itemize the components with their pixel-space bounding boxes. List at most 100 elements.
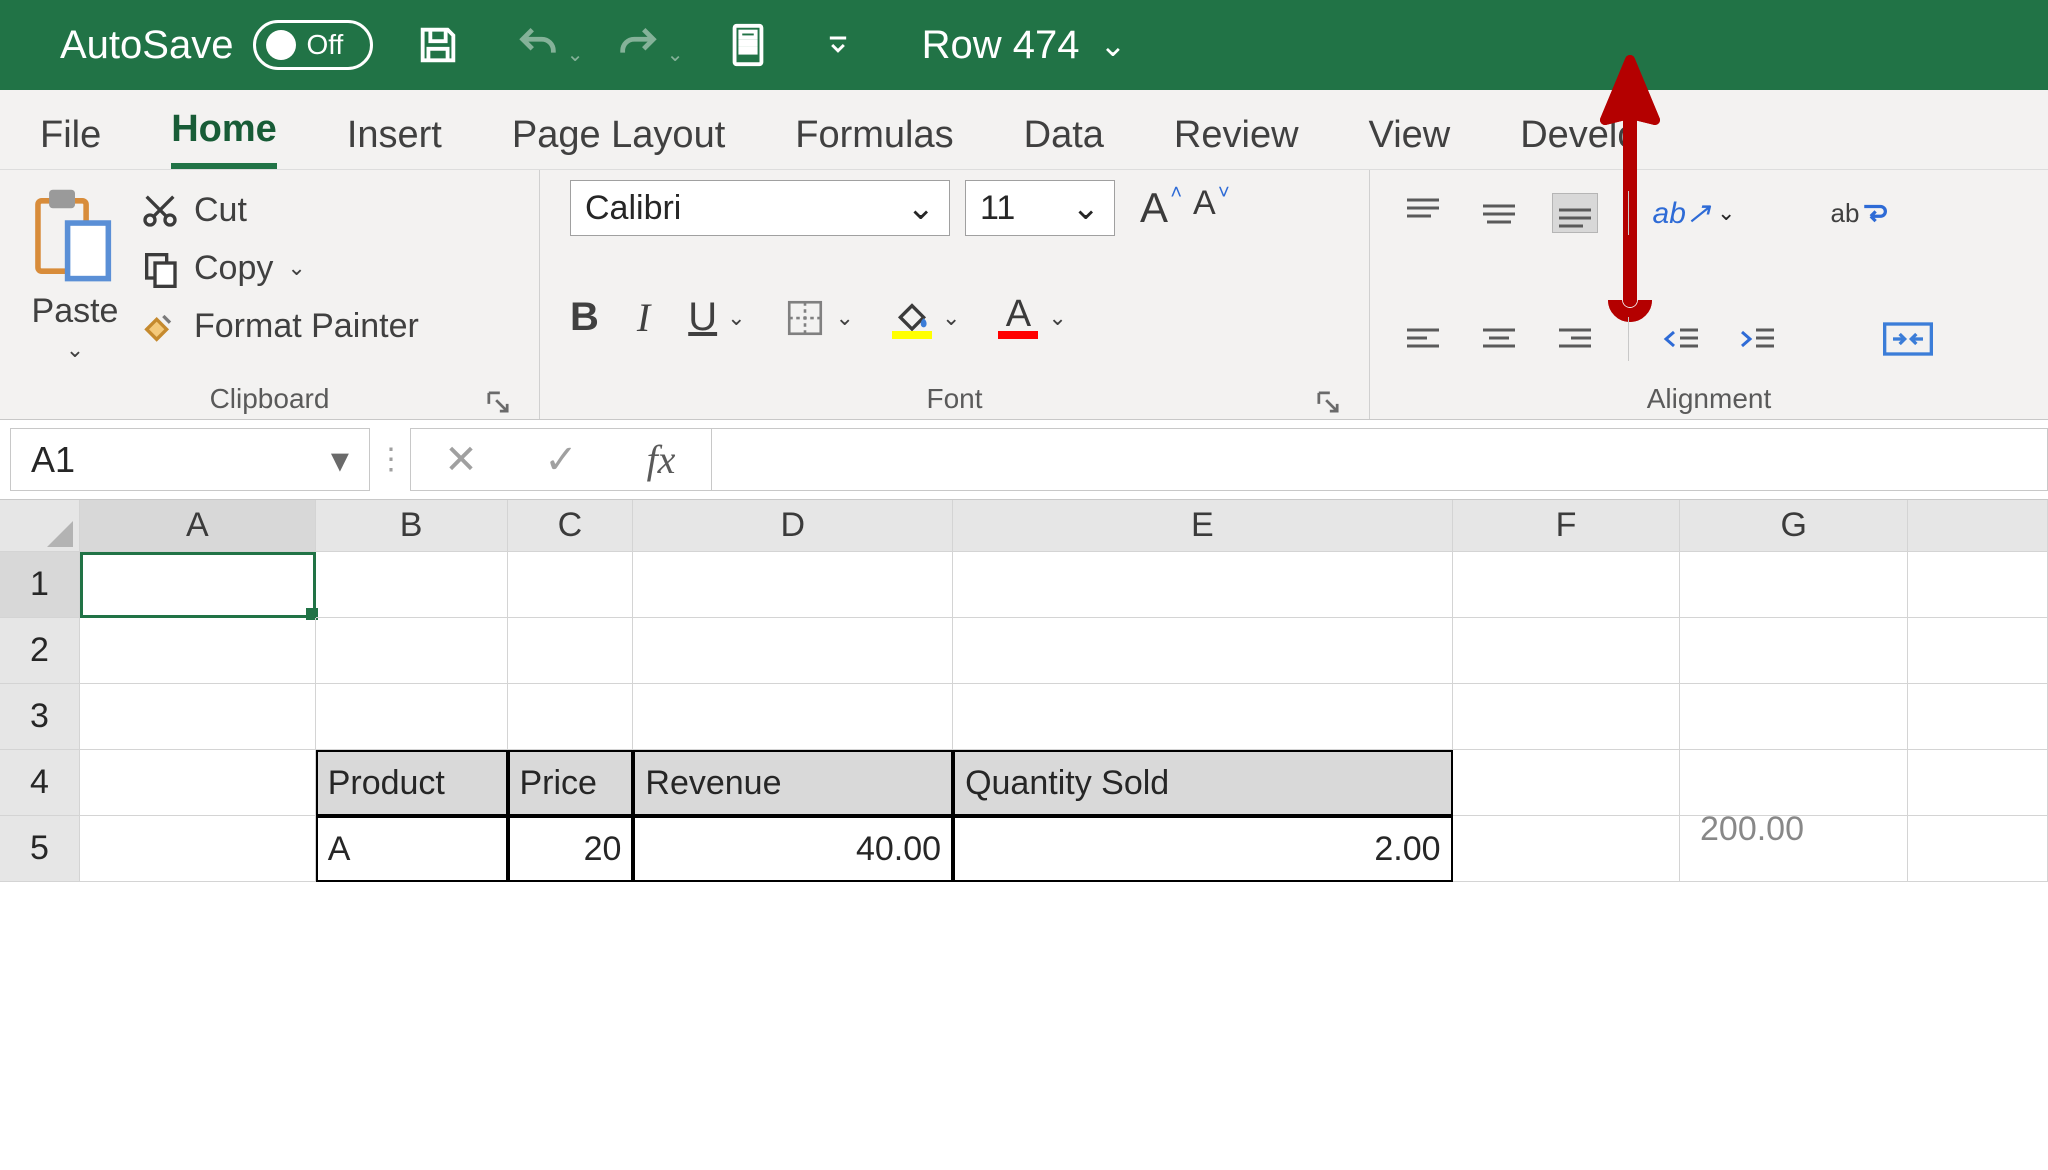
cell-b4[interactable]: Product [316, 750, 508, 816]
customize-qat-button[interactable] [823, 20, 853, 70]
cell-c2[interactable] [508, 618, 634, 684]
merge-center-button[interactable] [1881, 319, 1935, 359]
undo-button[interactable]: ⌄ [513, 20, 563, 70]
tab-page-layout[interactable]: Page Layout [512, 114, 725, 169]
column-header-c[interactable]: C [508, 500, 634, 552]
cell-h4[interactable] [1908, 750, 2048, 816]
row-header-3[interactable]: 3 [0, 684, 80, 750]
borders-button[interactable]: ⌄ [784, 297, 854, 339]
align-right-button[interactable] [1552, 319, 1598, 359]
cell-f3[interactable] [1453, 684, 1681, 750]
bold-button[interactable]: B [570, 295, 599, 340]
column-header-b[interactable]: B [316, 500, 508, 552]
cell-d1[interactable] [633, 552, 953, 618]
cell-g2[interactable] [1680, 618, 1908, 684]
dialog-launcher-icon[interactable] [1317, 391, 1339, 413]
cell-c5[interactable]: 20 [508, 816, 634, 882]
copy-button[interactable]: Copy ⌄ [140, 248, 419, 288]
cell-a1[interactable] [80, 552, 316, 618]
decrease-font-button[interactable]: A˅ [1193, 184, 1216, 232]
insert-function-button[interactable]: fx [611, 429, 711, 490]
cell-f1[interactable] [1453, 552, 1681, 618]
column-header-h[interactable] [1908, 500, 2048, 552]
align-top-button[interactable] [1400, 193, 1446, 233]
cell-e3[interactable] [953, 684, 1452, 750]
cell-h1[interactable] [1908, 552, 2048, 618]
name-box[interactable]: A1 ▾ [10, 428, 370, 491]
cell-b3[interactable] [316, 684, 508, 750]
cell-d2[interactable] [633, 618, 953, 684]
cell-a2[interactable] [80, 618, 316, 684]
formula-bar-drag-handle[interactable]: ⋮ [370, 420, 410, 499]
cell-a3[interactable] [80, 684, 316, 750]
row-header-1[interactable]: 1 [0, 552, 80, 618]
formula-input[interactable] [712, 428, 2048, 491]
tab-view[interactable]: View [1369, 114, 1451, 169]
align-middle-button[interactable] [1476, 193, 1522, 233]
row-header-5[interactable]: 5 [0, 816, 80, 882]
dialog-launcher-icon[interactable] [487, 391, 509, 413]
select-all-corner[interactable] [0, 500, 80, 552]
align-left-button[interactable] [1400, 319, 1446, 359]
cell-h5[interactable] [1908, 816, 2048, 882]
cell-b5[interactable]: A [316, 816, 508, 882]
cell-d3[interactable] [633, 684, 953, 750]
cell-c3[interactable] [508, 684, 634, 750]
column-header-a[interactable]: A [80, 500, 316, 552]
cell-e5[interactable]: 2.00 [953, 816, 1452, 882]
cancel-formula-button[interactable]: ✕ [411, 429, 511, 490]
autosave-toggle[interactable]: Off [253, 20, 373, 70]
cell-b2[interactable] [316, 618, 508, 684]
format-painter-button[interactable]: Format Painter [140, 306, 419, 346]
cell-e4[interactable]: Quantity Sold [953, 750, 1452, 816]
decrease-indent-button[interactable] [1659, 319, 1705, 359]
save-button[interactable] [413, 20, 463, 70]
italic-button[interactable]: I [637, 294, 650, 341]
cell-a4[interactable] [80, 750, 316, 816]
tab-formulas[interactable]: Formulas [795, 114, 953, 169]
column-header-g[interactable]: G [1680, 500, 1908, 552]
cell-d4[interactable]: Revenue [633, 750, 953, 816]
cell-h2[interactable] [1908, 618, 2048, 684]
increase-indent-button[interactable] [1735, 319, 1781, 359]
document-title-wrap[interactable]: Row 474 ⌄ [922, 23, 1127, 68]
tab-home[interactable]: Home [171, 108, 277, 169]
enter-formula-button[interactable]: ✓ [511, 429, 611, 490]
orientation-button[interactable]: ab↗⌄ [1659, 193, 1729, 233]
tab-file[interactable]: File [40, 114, 101, 169]
cell-g4[interactable] [1680, 750, 1908, 816]
column-header-d[interactable]: D [633, 500, 953, 552]
touch-mode-button[interactable] [723, 20, 773, 70]
tab-review[interactable]: Review [1174, 114, 1299, 169]
tab-developer[interactable]: Develo [1520, 114, 1638, 169]
cut-button[interactable]: Cut [140, 190, 419, 230]
tab-insert[interactable]: Insert [347, 114, 442, 169]
cell-f5[interactable] [1453, 816, 1681, 882]
font-name-combo[interactable]: Calibri ⌄ [570, 180, 950, 236]
wrap-text-button[interactable]: ab [1829, 193, 1889, 233]
align-bottom-button[interactable] [1552, 193, 1598, 233]
cell-g3[interactable] [1680, 684, 1908, 750]
row-header-2[interactable]: 2 [0, 618, 80, 684]
cell-g1[interactable] [1680, 552, 1908, 618]
column-header-e[interactable]: E [953, 500, 1453, 552]
font-color-button[interactable]: A ⌄ [998, 297, 1066, 339]
fill-color-button[interactable]: ⌄ [892, 297, 960, 339]
paste-button[interactable]: Paste ⌄ [30, 186, 120, 363]
cell-c1[interactable] [508, 552, 634, 618]
font-size-combo[interactable]: 11 ⌄ [965, 180, 1115, 236]
increase-font-button[interactable]: A˄ [1140, 184, 1168, 232]
align-center-button[interactable] [1476, 319, 1522, 359]
cell-a5[interactable] [80, 816, 316, 882]
redo-button[interactable]: ⌄ [613, 20, 663, 70]
cell-h3[interactable] [1908, 684, 2048, 750]
cell-f2[interactable] [1453, 618, 1681, 684]
cell-d5[interactable]: 40.00 [633, 816, 953, 882]
cell-f4[interactable] [1453, 750, 1681, 816]
cell-e1[interactable] [953, 552, 1452, 618]
row-header-4[interactable]: 4 [0, 750, 80, 816]
column-header-f[interactable]: F [1453, 500, 1681, 552]
cell-e2[interactable] [953, 618, 1452, 684]
cell-b1[interactable] [316, 552, 508, 618]
tab-data[interactable]: Data [1024, 114, 1104, 169]
